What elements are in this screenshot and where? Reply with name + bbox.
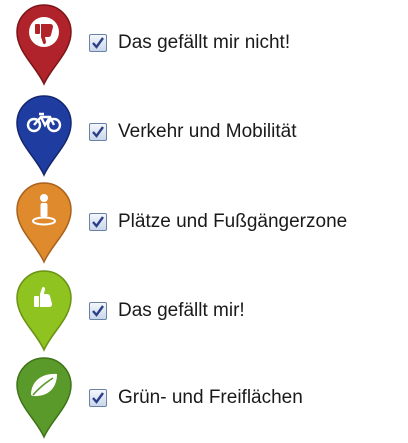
map-pin-blue <box>14 93 74 177</box>
legend-label-dislike: Das gefällt mir nicht! <box>118 32 291 53</box>
legend-label-green-spaces: Grün- und Freiflächen <box>118 387 303 408</box>
checkbox-like[interactable] <box>89 302 107 320</box>
legend-label-like: Das gefällt mir! <box>118 300 245 321</box>
legend-item-green-spaces[interactable]: Grün- und Freiflächen <box>0 355 408 443</box>
legend-item-traffic[interactable]: Verkehr und Mobilität <box>0 93 408 181</box>
checkbox-green-spaces[interactable] <box>89 389 107 407</box>
map-pin-orange <box>14 180 74 264</box>
map-pin-red <box>14 2 74 86</box>
legend-item-squares[interactable]: Plätze und Fußgängerzone <box>0 180 408 268</box>
checkbox-squares[interactable] <box>89 213 107 231</box>
map-pin-green <box>14 355 74 439</box>
map-pin-lightgreen <box>14 268 74 352</box>
checkbox-traffic[interactable] <box>89 123 107 141</box>
legend-item-like[interactable]: Das gefällt mir! <box>0 268 408 356</box>
legend-label-traffic: Verkehr und Mobilität <box>118 121 297 142</box>
legend-item-dislike[interactable]: Das gefällt mir nicht! <box>0 2 408 90</box>
checkbox-dislike[interactable] <box>89 34 107 52</box>
map-legend: Das gefällt mir nicht! Verkehr und Mobil… <box>0 0 408 439</box>
legend-label-squares: Plätze und Fußgängerzone <box>118 211 348 232</box>
